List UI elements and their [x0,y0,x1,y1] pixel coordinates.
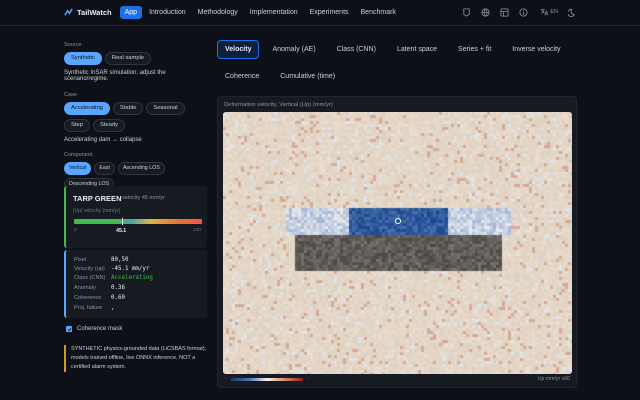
tarp-scale-value: 45.1 [116,228,127,234]
source-options: Synthetic Real sample [64,52,207,65]
velocity-map-overlay [394,217,402,225]
component-label: Component [64,152,93,158]
tab-series-fit[interactable]: Series + fit [450,40,499,59]
source-option-synthetic[interactable]: Synthetic [64,52,102,65]
info-label-coherence: Coherence [74,295,102,301]
case-option-stable[interactable]: Stable [112,102,144,115]
component-option-vertical[interactable]: Vertical [64,162,92,175]
info-icon[interactable] [518,7,528,17]
nav-links: App Introduction Methodology Implementat… [119,6,403,19]
case-option-accelerating[interactable]: Accelerating [64,102,110,115]
source-note: Synthetic InSAR simulation; adjust the s… [64,70,166,82]
tarp-title: TARP GREEN [73,194,122,203]
info-label-anomaly: Anomaly [74,285,96,291]
nav-link-benchmark[interactable]: Benchmark [356,6,401,19]
tarp-scale-bar [74,219,202,224]
info-value-anomaly: 0.36 [111,285,125,291]
info-label-pixel: Pixel [74,257,87,263]
tailwatch-logo-icon [64,8,73,17]
info-value-proj-failure: , [111,305,115,311]
tab-latent-space[interactable]: Latent space [389,40,445,59]
velocity-map-panel: Deformation velocity, Vertical (Up) (mm/… [217,96,577,388]
tab-anomaly-ae[interactable]: Anomaly (AE) [264,40,323,59]
globe-icon[interactable] [480,7,490,17]
nav-icons: EN [452,7,577,17]
language-label: EN [550,9,558,15]
tarp-scale-marker [122,218,124,225]
info-value-class: Accelerating [111,275,153,281]
case-label: Case [64,92,77,98]
source-label: Source [64,42,82,48]
tab-class-cnn[interactable]: Class (CNN) [329,40,384,59]
case-option-steady[interactable]: Steady [92,119,125,132]
selected-pixel-marker [394,217,402,225]
nav-link-methodology[interactable]: Methodology [193,6,243,19]
top-nav: TailWatch App Introduction Methodology I… [0,0,640,26]
grid-icon[interactable] [499,7,509,17]
sidebar: Source Synthetic Real sample Synthetic I… [64,42,207,191]
info-label-velocity: Velocity (up) [74,266,105,272]
case-option-step[interactable]: Step [64,119,90,132]
nav-link-experiments[interactable]: Experiments [305,6,354,19]
view-tabs: Velocity Anomaly (AE) Class (CNN) Latent… [217,40,577,86]
coherence-mask-checkbox[interactable] [66,326,72,332]
tab-cumulative-time[interactable]: Cumulative (time) [272,67,343,86]
nav-link-app[interactable]: App [119,6,143,19]
info-value-velocity: -45.1 mm/yr [111,266,150,272]
velocity-map-title: Deformation velocity, Vertical (Up) (mm/… [224,102,333,108]
tarp-scale-max: 120 [192,228,201,233]
component-option-ascending-los[interactable]: Ascending LOS [117,162,165,175]
case-note: Accelerating dam → collapse [64,137,142,143]
tarp-card: TARP GREEN velocity 45 mm/yr |Up| veloci… [64,186,207,248]
component-option-east[interactable]: East [94,162,115,175]
tarp-unit: |Up| velocity (mm/yr) [73,208,121,214]
case-options: Accelerating Stable Seasonal Step Steady [64,102,207,132]
synthetic-data-warning: SYNTHETIC physics-grounded data (LiCSBAS… [64,345,207,372]
translate-icon [541,8,549,16]
tab-coherence[interactable]: Coherence [217,67,267,86]
moon-icon[interactable] [567,7,577,17]
source-option-real-sample[interactable]: Real sample [104,52,152,65]
tab-velocity[interactable]: Velocity [217,40,260,59]
colorbar-right-arrow: → [306,376,311,381]
pixel-info-card: Pixel 80,50 Velocity (up) -45.1 mm/yr Cl… [64,250,207,318]
language-switcher[interactable]: EN [540,8,558,16]
velocity-unit-label: Up mm/yr x60 [537,376,570,382]
tarp-subtitle: velocity 45 mm/yr [122,195,165,201]
info-value-pixel: 80,50 [111,257,129,263]
colorbar-left-arrow: ← [224,376,229,381]
tab-inverse-velocity[interactable]: Inverse velocity [504,40,568,59]
info-label-proj-failure: Proj. failure [74,305,103,311]
check-icon [67,327,71,331]
velocity-map[interactable] [223,112,572,374]
coherence-mask-toggle[interactable]: Coherence mask [66,326,122,332]
velocity-colorbar [231,378,303,381]
tarp-scale-min: 0 [74,228,77,233]
brand[interactable]: TailWatch [64,8,112,17]
coherence-mask-label: Coherence mask [77,326,123,332]
case-option-seasonal[interactable]: Seasonal [146,102,185,115]
github-icon[interactable] [461,7,471,17]
nav-link-implementation[interactable]: Implementation [245,6,303,19]
nav-link-introduction[interactable]: Introduction [144,6,191,19]
info-label-class: Class (CNN) [74,275,106,281]
brand-name: TailWatch [77,8,112,17]
info-value-coherence: 0.60 [111,295,125,301]
